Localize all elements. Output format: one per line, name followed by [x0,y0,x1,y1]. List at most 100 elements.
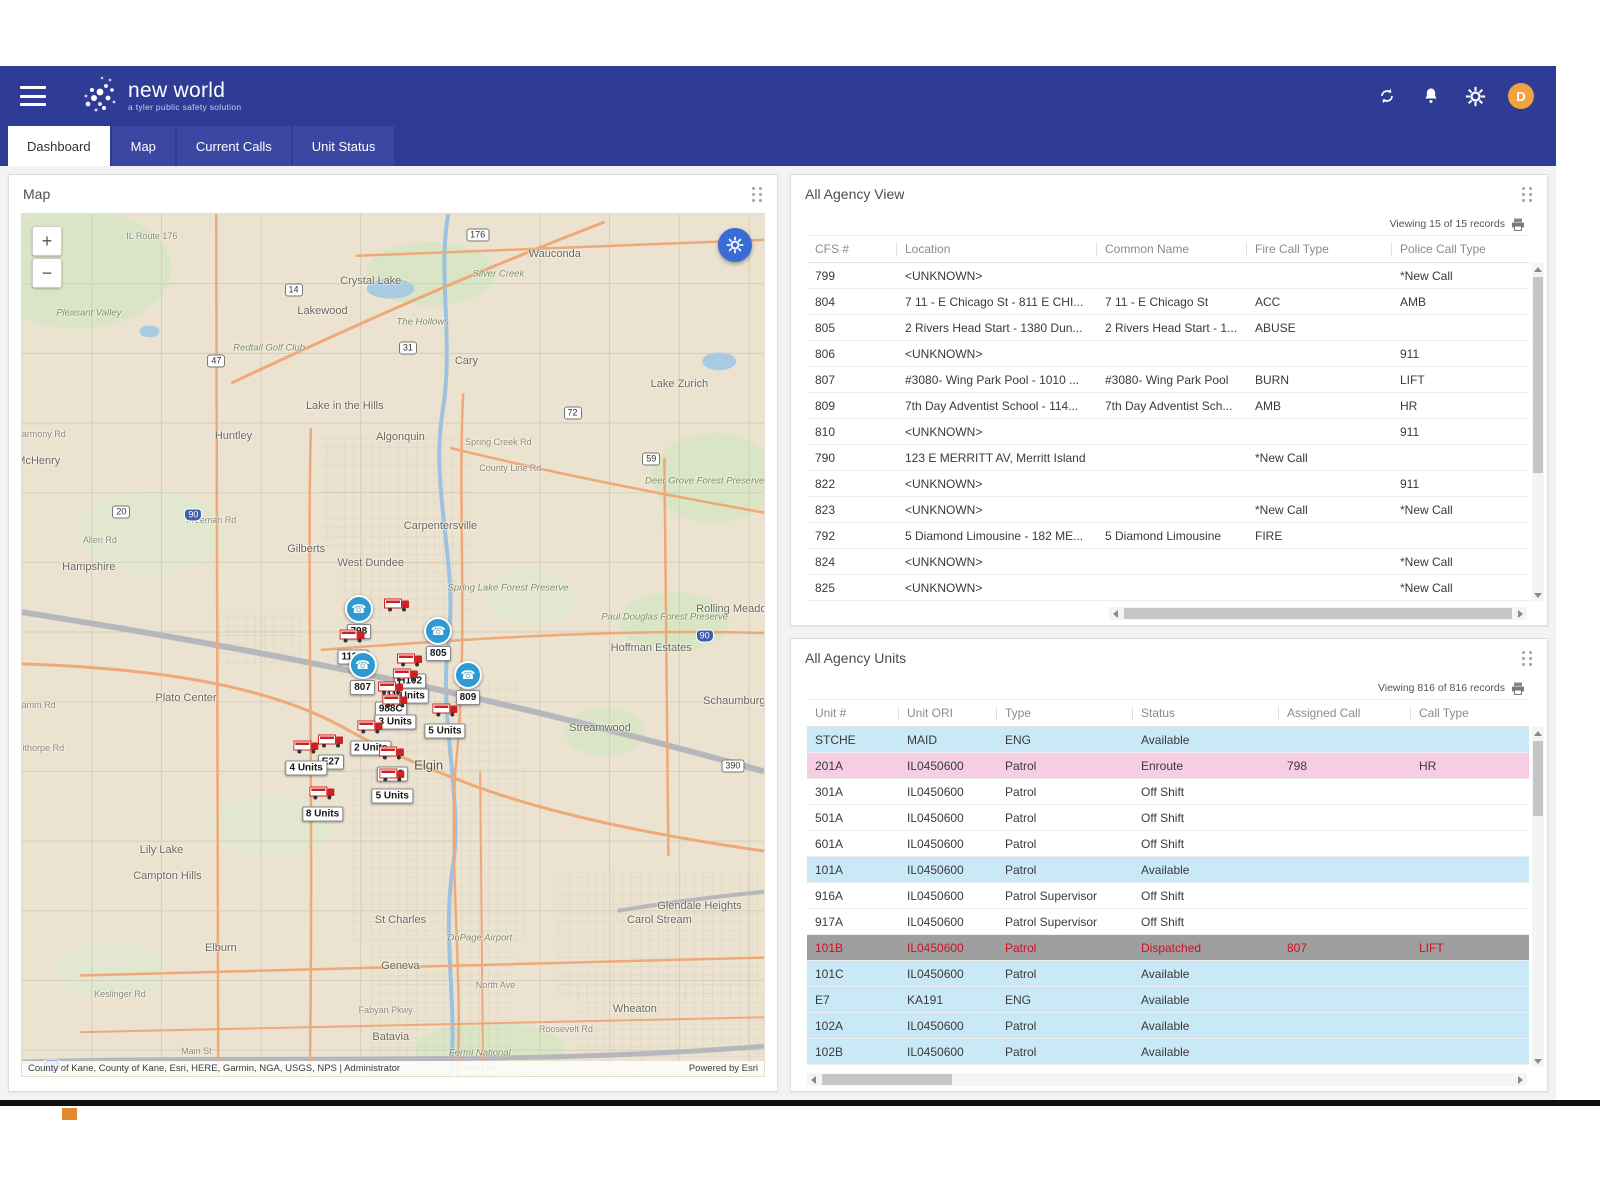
notifications-bell-icon[interactable] [1420,85,1442,107]
table-row[interactable]: 825<UNKNOWN>*New Call [807,575,1529,601]
table-cell: 806 [807,347,897,361]
column-header[interactable]: Status [1133,706,1279,720]
print-icon[interactable] [1511,682,1525,695]
scrollbar-thumb[interactable] [1533,741,1543,816]
table-cell: IL0450600 [899,785,997,799]
tab-map[interactable]: Map [112,126,175,166]
unit-cluster-marker[interactable]: 8 Units [302,784,343,821]
scrollbar-thumb[interactable] [822,1074,952,1085]
table-row[interactable]: 101CIL0450600PatrolAvailable [807,961,1529,987]
table-cell: 799 [807,269,897,283]
table-row[interactable]: 101AIL0450600PatrolAvailable [807,857,1529,883]
column-header[interactable]: Common Name [1097,242,1247,256]
app-header: new world a tyler public safety solution… [0,66,1556,126]
table-row[interactable]: 916AIL0450600Patrol SupervisorOff Shift [807,883,1529,909]
table-row[interactable]: 7925 Diamond Limousine - 182 ME...5 Diam… [807,523,1529,549]
tab-bar: DashboardMapCurrent CallsUnit Status [0,126,1556,166]
table-row[interactable]: 790123 E MERRITT AV, Merritt Island*New … [807,445,1529,471]
table-row[interactable]: 101BIL0450600PatrolDispatched807LIFT [807,935,1529,961]
column-header[interactable]: Unit ORI [899,706,997,720]
table-cell: 102B [807,1045,899,1059]
table-row[interactable]: 799<UNKNOWN>*New Call [807,263,1529,289]
table-cell: Patrol [997,759,1133,773]
column-header[interactable]: Fire Call Type [1247,242,1392,256]
column-header[interactable]: Police Call Type [1392,242,1529,256]
unit-marker[interactable] [384,597,410,618]
table-cell: MAID [899,733,997,747]
table-row[interactable]: 102BIL0450600PatrolAvailable [807,1039,1529,1065]
table-row[interactable]: 807#3080- Wing Park Pool - 1010 ...#3080… [807,367,1529,393]
scroll-down-arrow[interactable] [1532,589,1544,601]
table-row[interactable]: 8052 Rivers Head Start - 1380 Dun...2 Ri… [807,315,1529,341]
drag-handle-icon[interactable] [1522,651,1533,666]
table-cell: 790 [807,451,897,465]
scroll-left-arrow[interactable] [1109,607,1122,620]
scrollbar-thumb[interactable] [1533,277,1543,473]
scrollbar-thumb[interactable] [1124,608,1512,619]
table-row[interactable]: 810<UNKNOWN>911 [807,419,1529,445]
agency-view-rows: 799<UNKNOWN>*New Call8047 11 - E Chicago… [807,263,1529,625]
table-row[interactable]: 8047 11 - E Chicago St - 811 E CHI...7 1… [807,289,1529,315]
table-cell: 101A [807,863,899,877]
tab-current-calls[interactable]: Current Calls [177,126,291,166]
scroll-right-arrow[interactable] [1514,607,1527,620]
drag-handle-icon[interactable] [752,187,763,202]
map-settings-gear-button[interactable] [718,228,752,262]
table-row[interactable]: 601AIL0450600PatrolOff Shift [807,831,1529,857]
table-cell: 5 Diamond Limousine [1097,529,1247,543]
table-cell: 804 [807,295,897,309]
unit-cluster-marker[interactable]: 4 Units [286,739,327,776]
table-row[interactable]: E7KA191ENGAvailable [807,987,1529,1013]
horizontal-scrollbar[interactable] [1109,607,1527,620]
table-row[interactable]: 102AIL0450600PatrolAvailable [807,1013,1529,1039]
table-cell: HR [1411,759,1529,773]
table-row[interactable]: 8097th Day Adventist School - 114...7th … [807,393,1529,419]
table-row[interactable]: 823<UNKNOWN>*New Call*New Call [807,497,1529,523]
user-avatar[interactable]: D [1508,83,1534,109]
drag-handle-icon[interactable] [1522,187,1533,202]
table-cell: *New Call [1247,503,1392,517]
unit-cluster-marker[interactable]: 5 Units [424,701,465,738]
column-header[interactable]: Call Type [1411,706,1529,720]
tab-dashboard[interactable]: Dashboard [8,126,110,166]
header-actions: D [1376,83,1534,109]
unit-cluster-marker[interactable]: 5 Units [372,766,413,803]
scroll-up-arrow[interactable] [1532,263,1544,275]
table-cell: 810 [807,425,897,439]
table-cell: 824 [807,555,897,569]
menu-hamburger-icon[interactable] [20,86,46,106]
call-marker[interactable]: ☎809 [454,661,482,705]
column-header[interactable]: CFS # [807,242,897,256]
column-header[interactable]: Unit # [807,706,899,720]
table-row[interactable]: 201AIL0450600PatrolEnroute798HR [807,753,1529,779]
sync-icon[interactable] [1376,85,1398,107]
print-icon[interactable] [1511,218,1525,231]
zoom-in-button[interactable]: + [32,226,62,256]
table-row[interactable]: STCHEMAIDENGAvailable [807,727,1529,753]
table-cell: IL0450600 [899,759,997,773]
table-row[interactable]: 917AIL0450600Patrol SupervisorOff Shift [807,909,1529,935]
scroll-up-arrow[interactable] [1532,727,1544,739]
table-cell: LIFT [1411,941,1529,955]
scroll-right-arrow[interactable] [1514,1073,1527,1086]
zoom-out-button[interactable]: − [32,258,62,288]
scroll-down-arrow[interactable] [1532,1055,1544,1067]
map-viewport[interactable]: WaucondaCrystal LakeLakewoodThe HollowsS… [21,213,765,1077]
table-row[interactable]: 822<UNKNOWN>911 [807,471,1529,497]
scroll-left-arrow[interactable] [807,1073,820,1086]
settings-gear-icon[interactable] [1464,85,1486,107]
tab-unit-status[interactable]: Unit Status [293,126,395,166]
column-header[interactable]: Location [897,242,1097,256]
table-cell: IL0450600 [899,915,997,929]
vertical-scrollbar[interactable] [1532,263,1544,601]
table-row[interactable]: 806<UNKNOWN>911 [807,341,1529,367]
table-row[interactable]: 301AIL0450600PatrolOff Shift [807,779,1529,805]
table-row[interactable]: 824<UNKNOWN>*New Call [807,549,1529,575]
column-header[interactable]: Type [997,706,1133,720]
call-marker[interactable]: ☎805 [424,617,452,661]
call-marker[interactable]: ☎807 [349,651,377,695]
vertical-scrollbar[interactable] [1532,727,1544,1067]
horizontal-scrollbar[interactable] [807,1073,1527,1086]
column-header[interactable]: Assigned Call [1279,706,1411,720]
table-row[interactable]: 501AIL0450600PatrolOff Shift [807,805,1529,831]
